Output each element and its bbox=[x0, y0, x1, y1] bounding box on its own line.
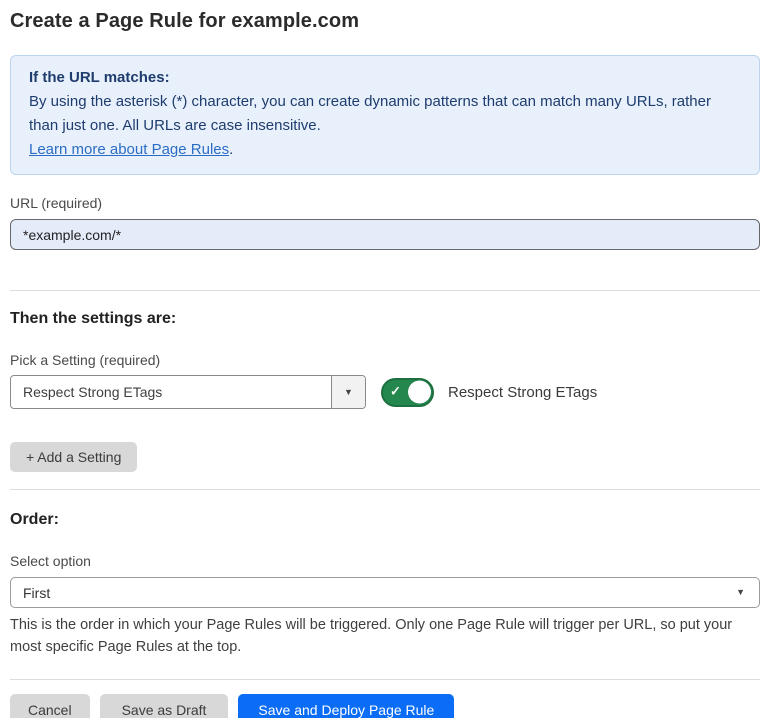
info-box-link-line: Learn more about Page Rules. bbox=[29, 138, 741, 162]
footer-actions: Cancel Save as Draft Save and Deploy Pag… bbox=[10, 694, 760, 718]
toggle-knob bbox=[408, 381, 431, 404]
add-setting-button[interactable]: + Add a Setting bbox=[10, 442, 137, 472]
setting-row: Respect Strong ETags ▼ ✓ Respect Strong … bbox=[10, 375, 760, 409]
pick-setting-label: Pick a Setting (required) bbox=[10, 352, 760, 368]
dropdown-arrow-button[interactable]: ▼ bbox=[331, 376, 365, 408]
info-box-body: By using the asterisk (*) character, you… bbox=[29, 90, 729, 138]
etags-toggle[interactable]: ✓ bbox=[381, 378, 434, 407]
section-divider bbox=[10, 489, 760, 490]
info-box-heading: If the URL matches: bbox=[29, 66, 741, 90]
link-period: . bbox=[229, 141, 233, 158]
chevron-down-icon: ▼ bbox=[736, 588, 745, 597]
order-help-text: This is the order in which your Page Rul… bbox=[10, 614, 755, 658]
order-select-value: First bbox=[23, 585, 50, 601]
create-page-rule-dialog: Create a Page Rule for example.com If th… bbox=[0, 0, 769, 718]
setting-dropdown[interactable]: Respect Strong ETags ▼ bbox=[10, 375, 366, 409]
order-heading: Order: bbox=[10, 511, 760, 529]
url-input[interactable] bbox=[10, 219, 760, 250]
footer-divider bbox=[10, 679, 760, 680]
save-deploy-button[interactable]: Save and Deploy Page Rule bbox=[238, 694, 454, 718]
page-title: Create a Page Rule for example.com bbox=[10, 10, 760, 33]
learn-more-link[interactable]: Learn more about Page Rules bbox=[29, 141, 229, 158]
order-select[interactable]: First ▼ bbox=[10, 577, 760, 608]
order-select-label: Select option bbox=[10, 553, 760, 569]
cancel-button[interactable]: Cancel bbox=[10, 694, 90, 718]
section-divider bbox=[10, 290, 760, 291]
url-field-label: URL (required) bbox=[10, 195, 760, 211]
setting-dropdown-value: Respect Strong ETags bbox=[11, 376, 331, 408]
check-icon: ✓ bbox=[390, 384, 401, 400]
save-draft-button[interactable]: Save as Draft bbox=[100, 694, 229, 718]
toggle-label: Respect Strong ETags bbox=[448, 384, 597, 401]
chevron-down-icon: ▼ bbox=[344, 388, 353, 397]
settings-heading: Then the settings are: bbox=[10, 310, 760, 328]
url-match-info-box: If the URL matches: By using the asteris… bbox=[10, 55, 760, 175]
